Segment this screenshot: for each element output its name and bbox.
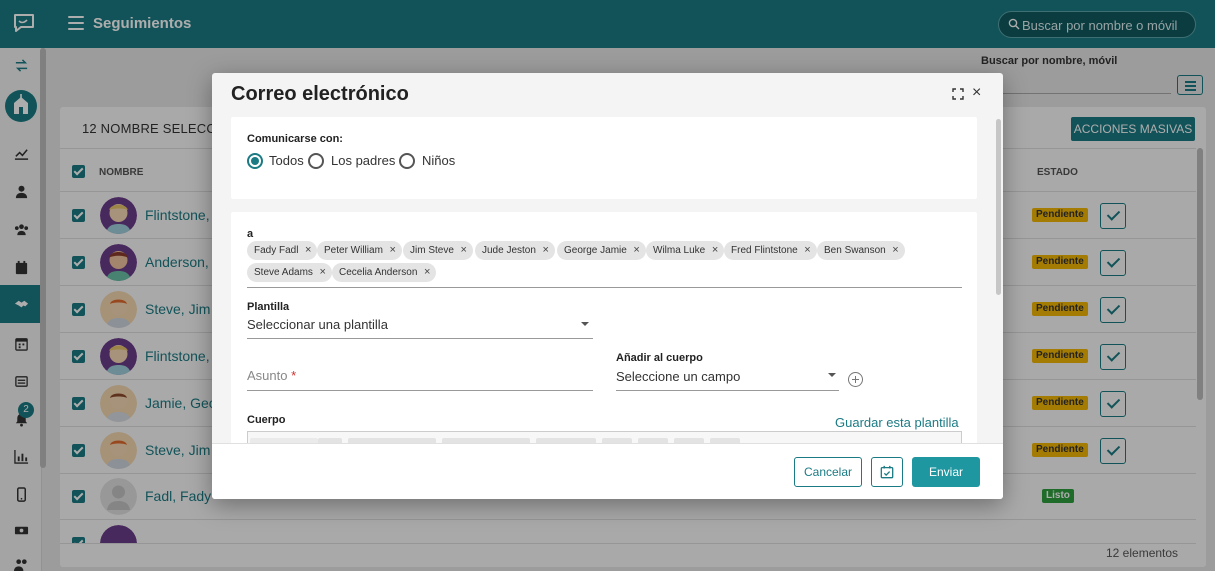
subject-field-line[interactable] bbox=[247, 390, 593, 391]
remove-chip-icon[interactable]: × bbox=[712, 241, 718, 260]
recipient-chip[interactable]: Peter William × bbox=[317, 241, 402, 260]
field-select-line[interactable] bbox=[616, 390, 839, 391]
recipient-chip[interactable]: Fred Flintstone × bbox=[724, 241, 817, 260]
save-template-link[interactable]: Guardar esta plantilla bbox=[835, 415, 959, 430]
body-label: Cuerpo bbox=[247, 414, 286, 426]
chip-label: Ben Swanson bbox=[824, 245, 886, 256]
radio-label-todos[interactable]: Todos bbox=[269, 153, 304, 168]
chip-label: Jim Steve bbox=[410, 245, 454, 256]
email-dialog: Correo electrónico × Comunicarse con: To… bbox=[212, 73, 1003, 499]
remove-chip-icon[interactable]: × bbox=[460, 241, 466, 260]
chevron-down-icon[interactable] bbox=[581, 322, 589, 326]
remove-chip-icon[interactable]: × bbox=[633, 241, 639, 260]
template-select[interactable]: Seleccionar una plantilla bbox=[247, 317, 388, 332]
send-button[interactable]: Enviar bbox=[912, 457, 980, 487]
dialog-footer: Cancelar Enviar bbox=[212, 443, 1003, 499]
radio-todos[interactable] bbox=[247, 153, 263, 169]
to-label: a bbox=[247, 228, 254, 240]
chip-label: Fred Flintstone bbox=[731, 245, 798, 256]
dialog-body: Comunicarse con: Todos Los padres Niños … bbox=[212, 111, 1003, 443]
recipient-chip[interactable]: Steve Adams × bbox=[247, 263, 332, 282]
communicate-label: Comunicarse con: bbox=[247, 133, 343, 145]
dialog-title: Correo electrónico bbox=[231, 83, 409, 105]
required-mark: * bbox=[291, 368, 297, 383]
remove-chip-icon[interactable]: × bbox=[892, 241, 898, 260]
radio-ninos[interactable] bbox=[399, 153, 415, 169]
recipients-field-line[interactable] bbox=[247, 287, 962, 288]
recipient-chip[interactable]: Fady Fadl × bbox=[247, 241, 318, 260]
chip-label: Peter William bbox=[324, 245, 383, 256]
radio-padres[interactable] bbox=[308, 153, 324, 169]
communicate-section: Comunicarse con: Todos Los padres Niños bbox=[231, 117, 977, 199]
add-to-body-label: Añadir al cuerpo bbox=[616, 352, 703, 364]
remove-chip-icon[interactable]: × bbox=[424, 263, 430, 282]
remove-chip-icon[interactable]: × bbox=[319, 263, 325, 282]
compose-section: a Fady Fadl × Peter William × Jim Steve × J… bbox=[231, 212, 977, 443]
chip-label: George Jamie bbox=[564, 245, 627, 256]
recipient-chip[interactable]: George Jamie × bbox=[557, 241, 646, 260]
subject-input[interactable]: Asunto * bbox=[247, 368, 296, 383]
recipient-chip[interactable]: Wilma Luke × bbox=[646, 241, 725, 260]
chevron-down-icon[interactable] bbox=[828, 373, 836, 377]
dialog-scrollbar[interactable] bbox=[996, 119, 1001, 295]
field-select[interactable]: Seleccione un campo bbox=[616, 369, 740, 384]
radio-label-ninos[interactable]: Niños bbox=[422, 153, 455, 168]
add-circle-icon[interactable] bbox=[848, 372, 863, 387]
body-editor-toolbar[interactable] bbox=[247, 431, 962, 443]
template-field-line[interactable] bbox=[247, 338, 593, 339]
recipient-chip[interactable]: Jim Steve × bbox=[403, 241, 473, 260]
chip-label: Cecelia Anderson bbox=[339, 267, 418, 278]
recipient-chip[interactable]: Jude Jeston × bbox=[475, 241, 555, 260]
chip-label: Wilma Luke bbox=[653, 245, 706, 256]
recipient-chip[interactable]: Ben Swanson × bbox=[817, 241, 905, 260]
chip-label: Jude Jeston bbox=[482, 245, 536, 256]
radio-label-padres[interactable]: Los padres bbox=[331, 153, 395, 168]
remove-chip-icon[interactable]: × bbox=[543, 241, 549, 260]
maximize-icon[interactable] bbox=[952, 88, 964, 100]
chip-label: Steve Adams bbox=[254, 267, 313, 278]
template-label: Plantilla bbox=[247, 301, 290, 313]
recipient-chip[interactable]: Cecelia Anderson × bbox=[332, 263, 437, 282]
chip-label: Fady Fadl bbox=[254, 245, 299, 256]
calendar-icon bbox=[880, 465, 894, 479]
remove-chip-icon[interactable]: × bbox=[305, 241, 311, 260]
close-icon[interactable]: × bbox=[972, 85, 984, 101]
schedule-button[interactable] bbox=[871, 457, 903, 487]
remove-chip-icon[interactable]: × bbox=[389, 241, 395, 260]
subject-placeholder: Asunto bbox=[247, 368, 288, 383]
cancel-button[interactable]: Cancelar bbox=[794, 457, 862, 487]
remove-chip-icon[interactable]: × bbox=[804, 241, 810, 260]
